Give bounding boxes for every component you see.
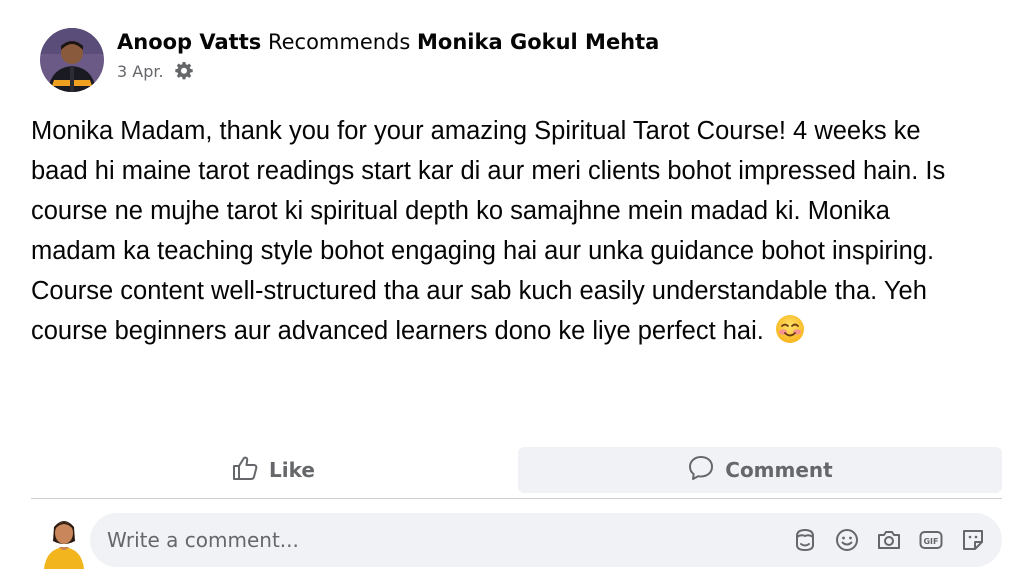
smiling-face-with-rosy-cheeks-icon — [775, 314, 805, 344]
post-text: Monika Madam, thank you for your amazing… — [31, 111, 981, 351]
post-meta: 3 Apr. — [117, 61, 194, 81]
thumbs-up-icon — [231, 454, 259, 487]
comment-label: Comment — [725, 458, 833, 482]
gif-icon[interactable]: GIF — [917, 527, 944, 554]
emoji-icon[interactable] — [833, 527, 860, 554]
post-headline: Anoop Vatts Recommends Monika Gokul Meht… — [117, 30, 659, 54]
composer-icons: GIF — [791, 527, 986, 554]
gear-icon[interactable] — [174, 61, 194, 81]
commenter-avatar[interactable] — [40, 513, 88, 569]
recommendation-post: Anoop Vatts Recommends Monika Gokul Meht… — [0, 0, 1024, 576]
like-label: Like — [269, 458, 315, 482]
comment-button[interactable]: Comment — [518, 447, 1002, 493]
author-name[interactable]: Anoop Vatts — [117, 30, 261, 54]
divider — [31, 498, 1002, 499]
comment-input[interactable] — [107, 520, 791, 560]
like-button[interactable]: Like — [31, 447, 515, 493]
svg-text:GIF: GIF — [923, 537, 938, 546]
avatar-sticker-icon[interactable] — [791, 527, 818, 554]
camera-icon[interactable] — [875, 527, 902, 554]
author-avatar[interactable] — [40, 28, 104, 92]
post-body-text: Monika Madam, thank you for your amazing… — [31, 117, 946, 345]
sticker-icon[interactable] — [959, 527, 986, 554]
post-date[interactable]: 3 Apr. — [117, 62, 164, 81]
page-name[interactable]: Monika Gokul Mehta — [417, 30, 659, 54]
comment-composer: GIF — [90, 513, 1002, 567]
post-action-bar: Like Comment — [31, 447, 1002, 493]
speech-bubble-icon — [687, 454, 715, 487]
recommends-verb: Recommends — [267, 30, 411, 54]
